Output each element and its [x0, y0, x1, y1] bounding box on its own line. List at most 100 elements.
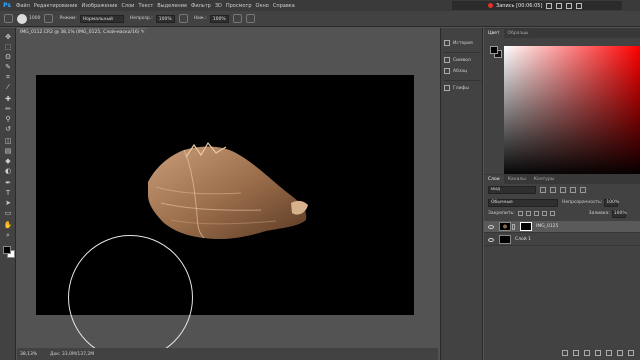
layer-name[interactable]: IMG_0125 — [536, 224, 558, 229]
brush-panel-icon[interactable] — [44, 14, 54, 23]
healing-tool-icon[interactable]: ✚ — [3, 94, 13, 104]
record-icon — [488, 3, 493, 8]
brush-size-preview[interactable] — [17, 13, 27, 24]
tab-paths[interactable]: Контуры — [530, 175, 559, 184]
brush-tool-icon[interactable]: ✏ — [3, 104, 13, 114]
canvas-area[interactable] — [17, 37, 438, 360]
lock-position-icon[interactable] — [533, 211, 539, 216]
adjustment-layer-icon[interactable] — [595, 350, 601, 356]
history-label: История — [453, 40, 473, 46]
history-brush-tool-icon[interactable]: ↺ — [3, 124, 13, 134]
history-icon — [444, 40, 450, 46]
gradient-tool-icon[interactable]: ▤ — [3, 146, 13, 156]
menu-image[interactable]: Изображение — [81, 3, 117, 9]
mode-select[interactable]: Нормальный — [79, 14, 124, 23]
tab-layers[interactable]: Слои — [484, 175, 504, 184]
crop-tool-icon[interactable]: ⌗ — [3, 72, 13, 82]
color-panel-foreground-swatch[interactable] — [490, 46, 498, 54]
blend-mode-select[interactable]: Обычные — [488, 198, 558, 207]
menu-select[interactable]: Выделение — [157, 3, 187, 9]
layer-name[interactable]: Слой 1 — [515, 237, 531, 242]
filter-type-icon[interactable] — [560, 187, 566, 193]
hand-tool-icon[interactable]: ✋ — [3, 220, 13, 230]
menu-window[interactable]: Окно — [256, 3, 269, 9]
paragraph-panel-button[interactable]: Абзац — [444, 65, 467, 77]
menu-bar: Ps Файл Редактирование Изображение Слои … — [0, 0, 640, 11]
layer-filter-select[interactable]: Вид — [488, 186, 536, 194]
filter-pixel-icon[interactable] — [540, 187, 546, 193]
opacity-field[interactable]: 100% — [155, 14, 175, 23]
layer-row-layer-1[interactable]: Слой 1 — [484, 234, 640, 246]
filter-adjustment-icon[interactable] — [550, 187, 556, 193]
stamp-tool-icon[interactable]: ⚲ — [3, 114, 13, 124]
tab-swatches[interactable]: Образцы — [504, 29, 533, 38]
eraser-tool-icon[interactable]: ◫ — [3, 136, 13, 146]
opacity-label: Непрозрачность: — [562, 200, 603, 205]
dodge-tool-icon[interactable]: ◐ — [3, 166, 13, 176]
shape-tool-icon[interactable]: ▭ — [3, 208, 13, 218]
airbrush-icon[interactable] — [232, 14, 242, 23]
layer-fill-field[interactable]: 100% — [611, 209, 627, 218]
layer-style-icon[interactable] — [573, 350, 579, 356]
minimize-icon[interactable] — [576, 2, 583, 9]
pause-icon[interactable] — [546, 2, 553, 9]
menu-3d[interactable]: 3D — [215, 3, 222, 9]
new-layer-icon[interactable] — [617, 350, 623, 356]
stop-icon[interactable] — [556, 2, 563, 9]
menu-view[interactable]: Просмотр — [226, 3, 252, 9]
character-icon — [444, 57, 450, 63]
lock-transparency-icon[interactable] — [517, 211, 523, 216]
layer-opacity-field[interactable]: 100% — [604, 198, 619, 207]
menu-type[interactable]: Текст — [138, 3, 153, 9]
glyphs-panel-button[interactable]: Глифы — [444, 82, 469, 94]
foreground-color-swatch[interactable] — [3, 246, 11, 254]
flow-field[interactable]: 100% — [209, 14, 229, 23]
tab-color[interactable]: Цвет — [484, 29, 504, 38]
glyphs-icon — [444, 85, 450, 91]
layer-thumbnail[interactable] — [499, 222, 511, 231]
quick-select-tool-icon[interactable]: ✎ — [3, 62, 13, 72]
lasso-tool-icon[interactable]: ʘ — [3, 52, 13, 62]
new-group-icon[interactable] — [606, 350, 612, 356]
layer-thumbnail[interactable] — [499, 235, 511, 244]
close-icon[interactable]: × — [141, 29, 145, 37]
menu-layers[interactable]: Слои — [121, 3, 134, 9]
history-panel-button[interactable]: История — [444, 37, 473, 49]
zoom-level[interactable]: 38,13% — [20, 352, 50, 357]
camera-icon[interactable] — [566, 2, 573, 9]
visibility-eye-icon[interactable] — [488, 237, 494, 242]
layer-mask-thumbnail[interactable] — [520, 222, 532, 231]
filter-smart-object-icon[interactable] — [580, 187, 586, 193]
move-tool-icon[interactable]: ✥ — [3, 32, 13, 42]
color-spectrum-field[interactable] — [504, 46, 640, 178]
add-mask-icon[interactable] — [584, 350, 590, 356]
menu-edit[interactable]: Редактирование — [34, 3, 78, 9]
delete-layer-icon[interactable] — [628, 350, 634, 356]
document-size-info[interactable]: Док: 33,0M/137,2M — [50, 352, 94, 357]
visibility-eye-icon[interactable] — [488, 224, 494, 229]
blend-opacity-row: Обычные Непрозрачность: 100% — [484, 197, 640, 208]
pressure-opacity-icon[interactable] — [178, 14, 188, 23]
eyedropper-tool-icon[interactable]: ⁄ — [3, 82, 13, 92]
layer-row-img-0125[interactable]: IMG_0125 — [484, 221, 640, 233]
link-layers-icon[interactable] — [562, 350, 568, 356]
pen-tool-icon[interactable]: ✒ — [3, 178, 13, 188]
menu-file[interactable]: Файл — [16, 3, 30, 9]
type-tool-icon[interactable]: T — [3, 188, 13, 198]
marquee-tool-icon[interactable]: ⬚ — [3, 42, 13, 52]
menu-help[interactable]: Справка — [273, 3, 295, 9]
pressure-size-icon[interactable] — [245, 14, 255, 23]
zoom-tool-icon[interactable]: ⌕ — [3, 230, 13, 240]
lock-artboard-icon[interactable] — [541, 211, 547, 216]
brush-tool-preset-icon[interactable] — [4, 14, 13, 23]
document-tab[interactable]: IMG_0112.CR2 @ 38,1% (IMG_0125, Слой-мас… — [17, 28, 147, 37]
path-select-tool-icon[interactable]: ➤ — [3, 198, 13, 208]
lock-all-icon[interactable] — [549, 211, 555, 216]
blur-tool-icon[interactable]: ◆ — [3, 156, 13, 166]
tab-channels[interactable]: Каналы — [504, 175, 530, 184]
menu-filter[interactable]: Фильтр — [191, 3, 211, 9]
lock-pixels-icon[interactable] — [525, 211, 531, 216]
filter-shape-icon[interactable] — [570, 187, 576, 193]
mask-link-icon[interactable] — [512, 223, 515, 230]
opacity-label: Непрозр.: — [129, 16, 153, 21]
